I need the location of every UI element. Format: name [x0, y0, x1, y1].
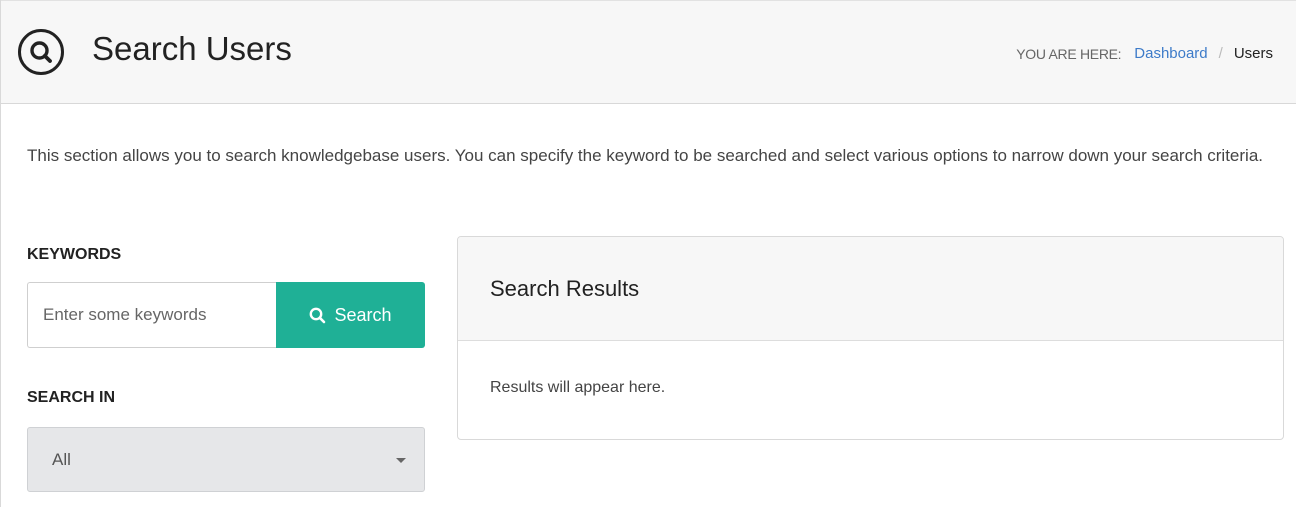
page: Search Users YOU ARE HERE: Dashboard / U… [0, 0, 1296, 507]
search-results-panel: Search Results Results will appear here. [457, 236, 1284, 440]
search-results-heading: Search Results [458, 237, 1283, 341]
breadcrumb-current-users: Users [1233, 45, 1273, 62]
search-button-label: Search [334, 304, 392, 325]
search-in-select[interactable]: All [27, 427, 425, 492]
breadcrumb-link-dashboard[interactable]: Dashboard [1134, 44, 1207, 64]
keywords-input[interactable] [27, 282, 276, 348]
search-in-selected-value: All [52, 449, 71, 469]
search-icon [17, 28, 65, 76]
results-placeholder-text: Results will appear here. [490, 379, 666, 396]
search-icon [310, 307, 326, 323]
search-button[interactable]: Search [276, 282, 425, 348]
breadcrumb-separator: / [1218, 45, 1223, 62]
page-title: Search Users [92, 30, 292, 67]
keywords-label: KEYWORDS [27, 246, 122, 263]
breadcrumb: YOU ARE HERE: Dashboard / Users [1016, 44, 1273, 64]
page-header: Search Users YOU ARE HERE: Dashboard / U… [1, 0, 1296, 104]
search-group: Search [27, 282, 425, 348]
search-in-label: SEARCH IN [27, 389, 116, 406]
breadcrumb-prefix: YOU ARE HERE: [1016, 46, 1122, 62]
caret-down-icon [396, 458, 406, 463]
search-results-title: Search Results [490, 275, 640, 301]
intro-text: This section allows you to search knowle… [27, 146, 1264, 165]
search-results-body: Results will appear here. [458, 341, 1283, 397]
